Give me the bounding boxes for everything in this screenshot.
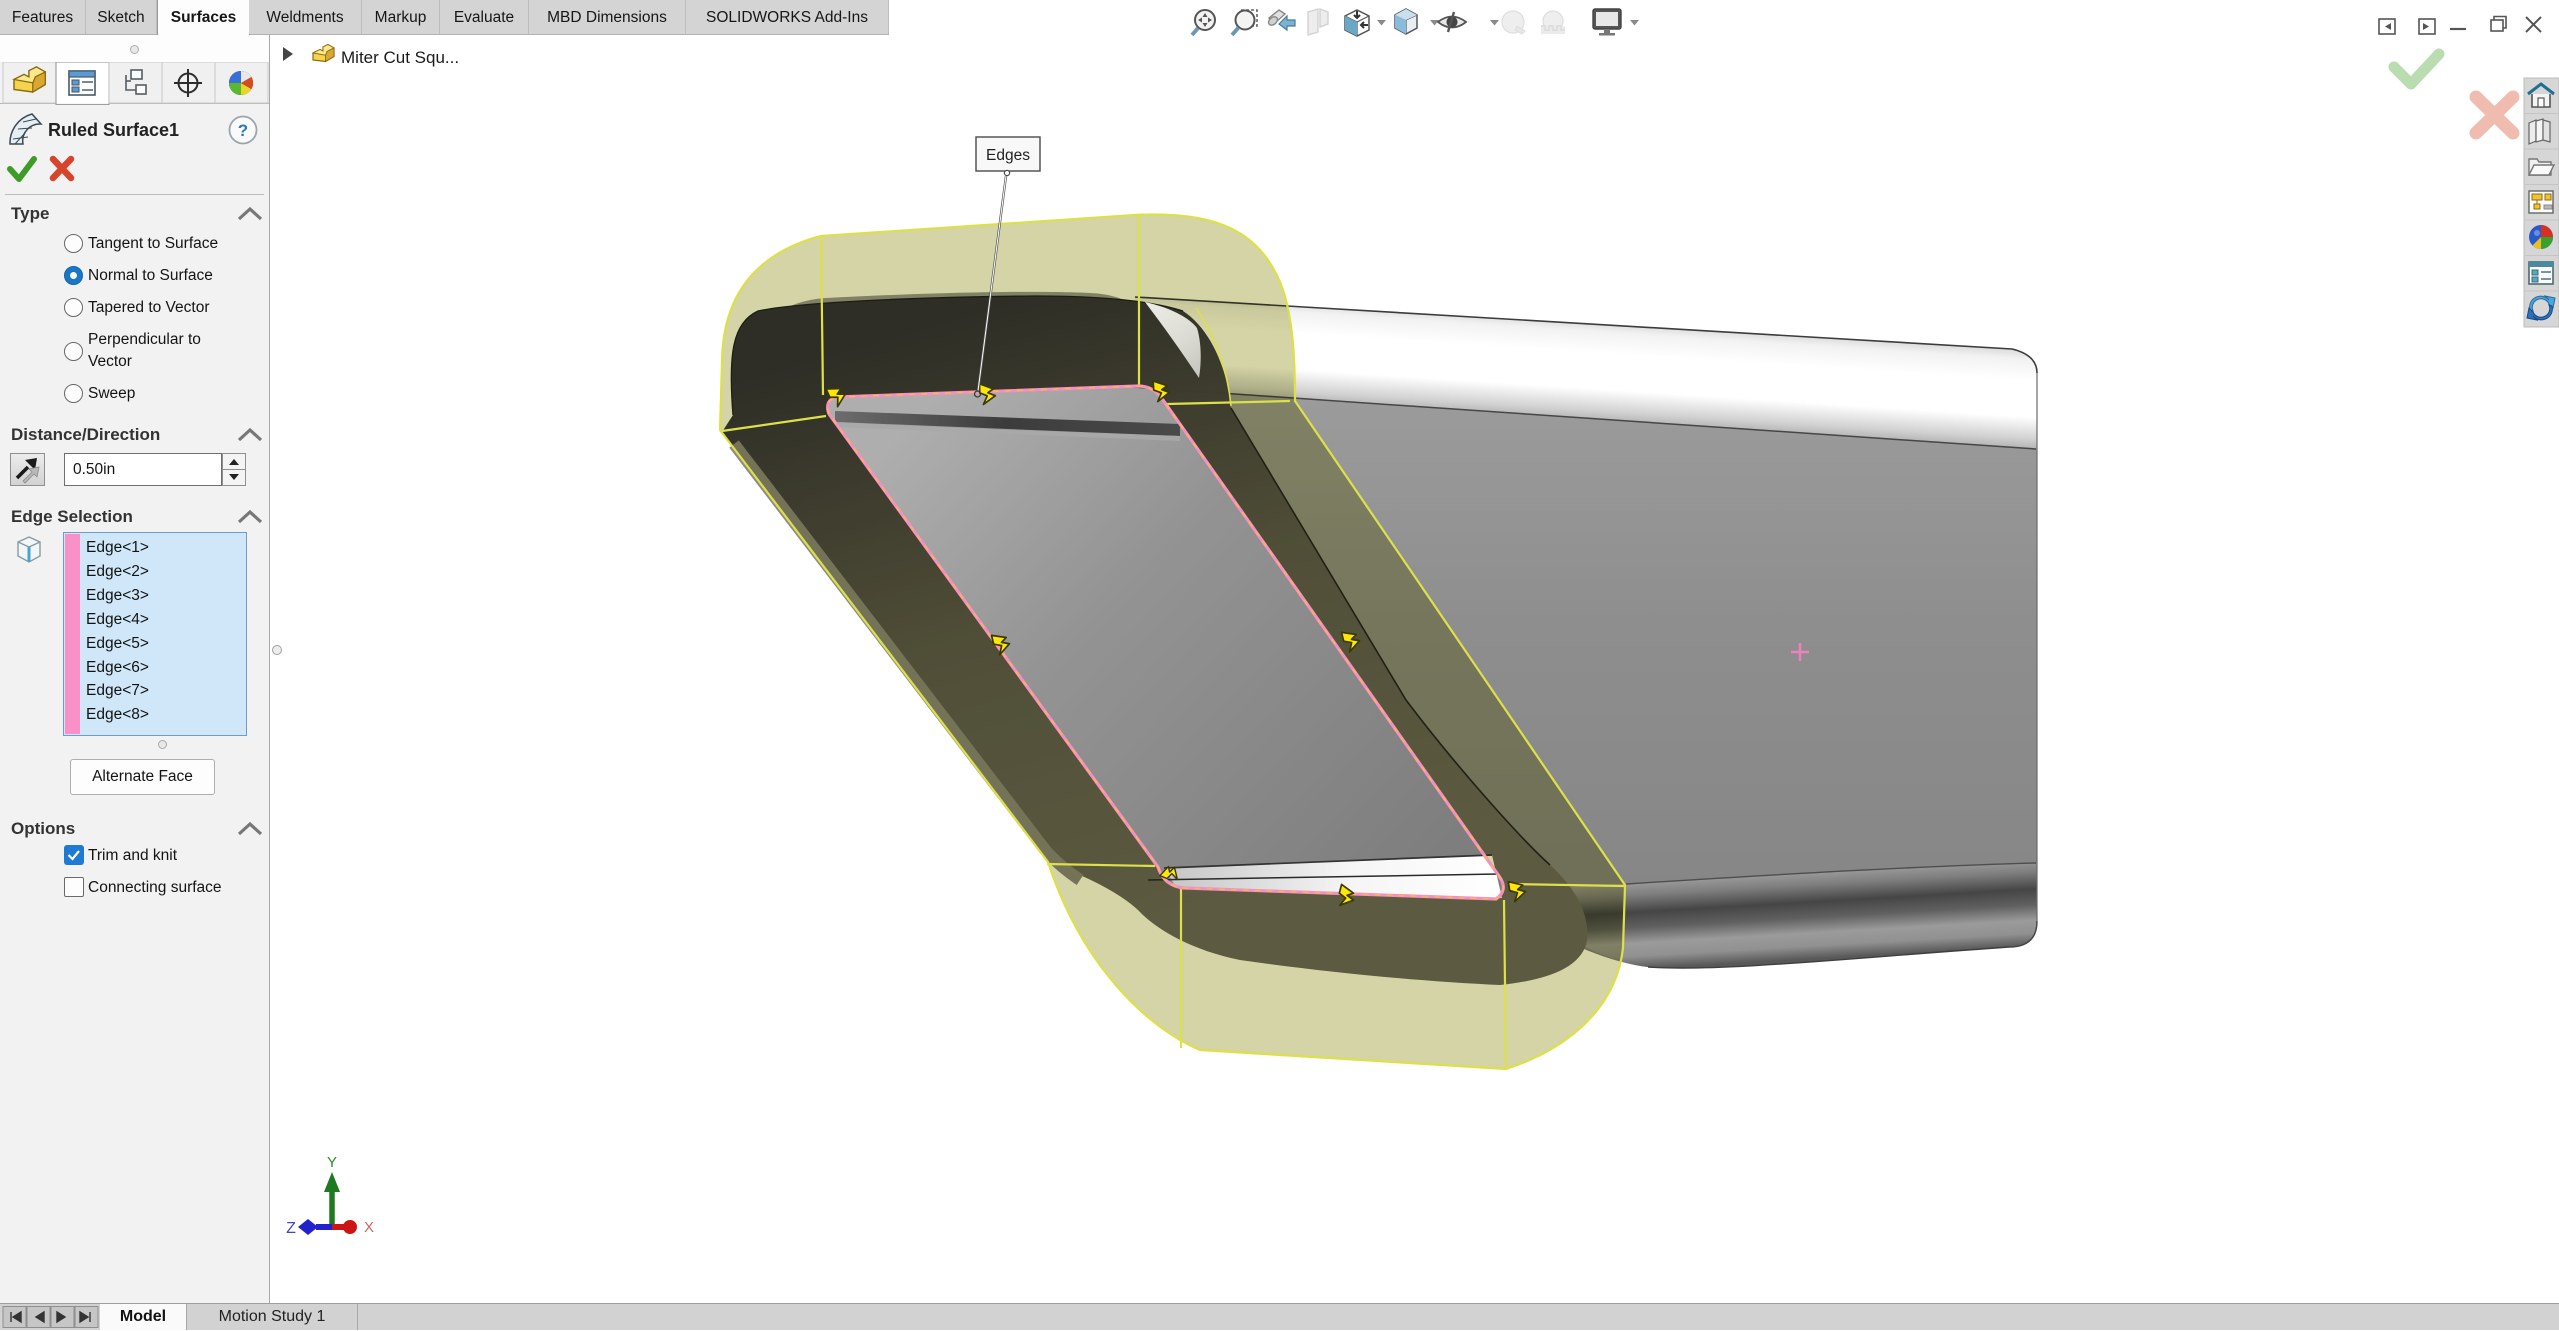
svg-text:Y: Y [327,1154,337,1171]
svg-text:?: ? [238,121,248,140]
svg-text:Miter Cut Squ...: Miter Cut Squ... [341,48,459,67]
svg-text:Z: Z [286,1220,296,1237]
svg-text:Edges: Edges [986,147,1030,164]
svg-text:X: X [364,1219,374,1236]
